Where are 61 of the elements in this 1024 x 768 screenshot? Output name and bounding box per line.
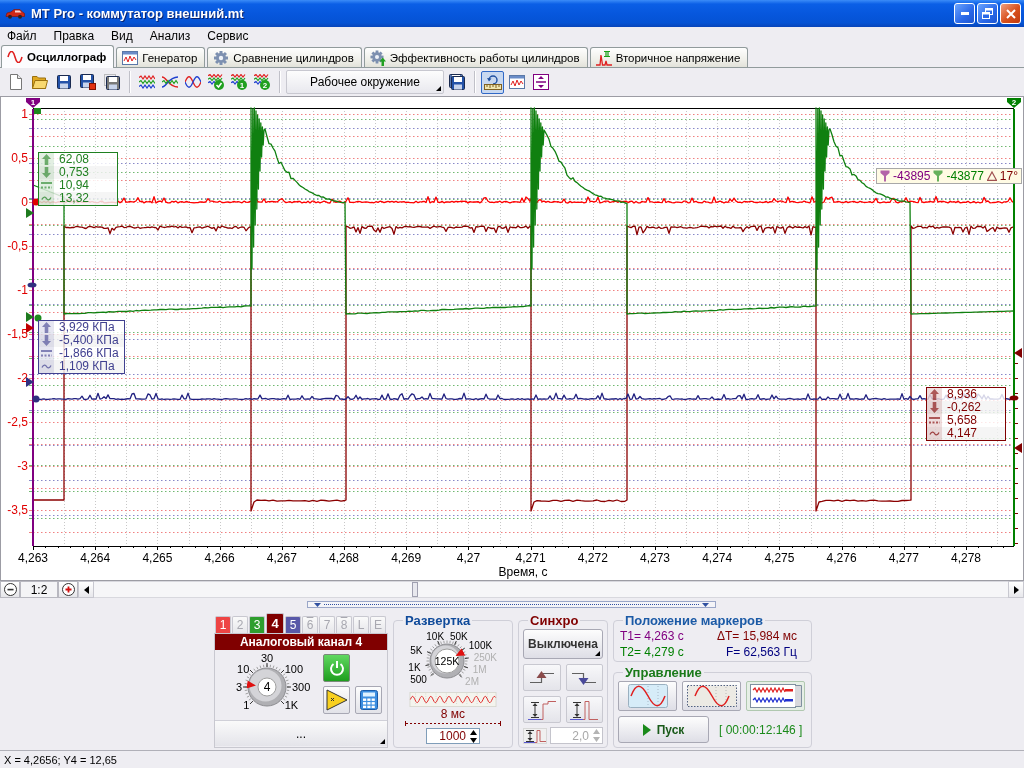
zoom-ratio: 1:2 (20, 581, 58, 598)
x-axis-label: 4,267 (266, 551, 297, 565)
x-axis-label: 4,264 (80, 551, 111, 565)
group-title: Синхро (529, 613, 580, 628)
y-axis-label: -2,5 (7, 415, 28, 429)
marker-reading: F= 62,563 Гц (725, 645, 797, 659)
period-label: 8 мс (440, 708, 466, 720)
y-axis-label: -1,5 (7, 327, 28, 341)
y-axis-label: -0,5 (7, 239, 28, 253)
x-axis-label: 4,266 (204, 551, 235, 565)
x-axis-title: Время, с (498, 565, 548, 579)
x-axis-label: 4,272 (577, 551, 608, 565)
readout-value: 5,658 (946, 414, 979, 427)
dial-scale-label: 100K (468, 639, 493, 651)
y-axis-label: 0,5 (11, 151, 28, 165)
channel-header: Аналоговый канал 4 (215, 634, 387, 650)
group-title: Управление (624, 665, 703, 680)
dial-scale-label: 3 (235, 681, 242, 693)
dial-scale-label: 300 (292, 681, 311, 693)
window-title: MT Pro - коммутатор внешний.mt (31, 6, 244, 21)
dial-scale-label: 2M (465, 675, 479, 687)
group-title: Положение маркеров (624, 613, 764, 628)
x-axis-label: 4,271 (515, 551, 546, 565)
x-axis-label: 4,268 (329, 551, 359, 565)
readout-value: 8,936 (946, 388, 979, 401)
timer-text: [ 00:00:12:146 ] (719, 722, 803, 737)
x-axis-label: 4,276 (826, 551, 857, 565)
y-axis-label: -1 (17, 283, 28, 297)
group-title: Развертка (404, 613, 472, 628)
readout-value: -0,262 (946, 401, 983, 414)
x-axis-label: 4,263 (18, 551, 48, 565)
dial-scale-label: 1M (472, 663, 487, 675)
y-axis-label: 0 (21, 195, 28, 209)
x-axis-label: 4,27 (456, 551, 481, 565)
y-axis-label: -3,5 (7, 503, 28, 517)
marker-reading: ΔT= 15,984 мс (717, 629, 797, 643)
marker-reading: T2= 4,279 с (620, 645, 685, 659)
y-axis-label: -3 (17, 459, 28, 473)
marker-reading: T1= 4,263 с (620, 629, 685, 643)
dial-scale-label: 10K (426, 630, 445, 642)
y-axis-label: 1 (21, 107, 28, 121)
dial-scale-label: 500 (410, 673, 427, 685)
readout-value: -5,400 КПа (58, 334, 120, 347)
x-axis-label: 4,277 (888, 551, 919, 565)
dial-scale-label: 5K (410, 644, 423, 656)
readout-value: 1,109 КПа (58, 360, 116, 373)
x-axis-label: 4,273 (640, 551, 670, 565)
status-text: X = 4,2656; Y4 = 12,65 (4, 753, 117, 766)
readout-value: 4,147 (946, 427, 979, 440)
x-axis-label: 4,269 (391, 551, 422, 565)
x-axis-label: 4,275 (764, 551, 795, 565)
x-axis-label: 4,265 (142, 551, 173, 565)
dial-scale-label: 50K (449, 630, 468, 642)
dial-scale-label: 250K (473, 651, 498, 663)
dial-scale-label: 1 (243, 699, 250, 711)
readout-value: 3,929 КПа (58, 321, 116, 334)
dial-scale-label: 1K (408, 661, 421, 673)
x-axis-label: 4,278 (951, 551, 981, 565)
readout-value: -1,866 КПа (58, 347, 120, 360)
dial-scale-label: 30 (260, 652, 274, 664)
x-axis-label: 4,274 (702, 551, 733, 565)
